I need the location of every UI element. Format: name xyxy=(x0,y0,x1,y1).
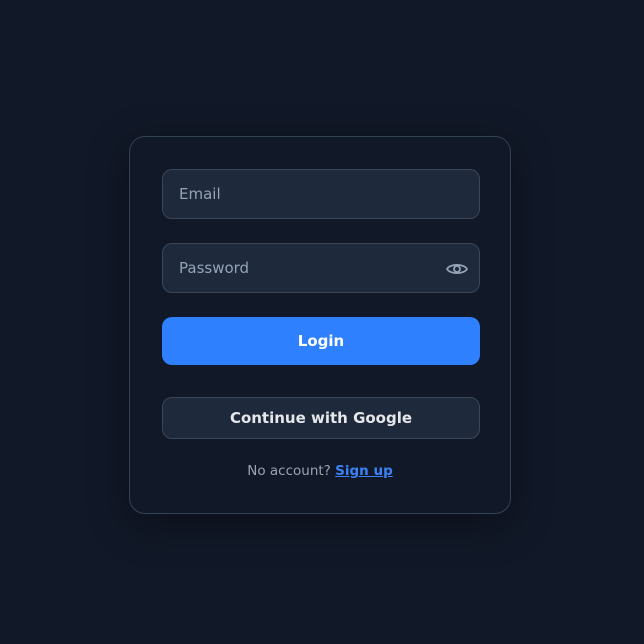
email-field-wrapper xyxy=(162,169,480,219)
page: Login Continue with Google No account? S… xyxy=(0,0,644,644)
no-account-text: No account? xyxy=(247,463,336,479)
eye-icon[interactable] xyxy=(445,257,469,281)
login-button[interactable]: Login xyxy=(162,317,480,365)
email-input[interactable] xyxy=(163,170,479,218)
login-card: Login Continue with Google No account? S… xyxy=(129,136,511,514)
signup-link[interactable]: Sign up xyxy=(335,463,393,479)
password-field-wrapper xyxy=(162,243,480,293)
continue-with-google-button[interactable]: Continue with Google xyxy=(162,397,480,439)
password-input[interactable] xyxy=(163,244,479,292)
signup-prompt: No account? Sign up xyxy=(130,463,510,479)
